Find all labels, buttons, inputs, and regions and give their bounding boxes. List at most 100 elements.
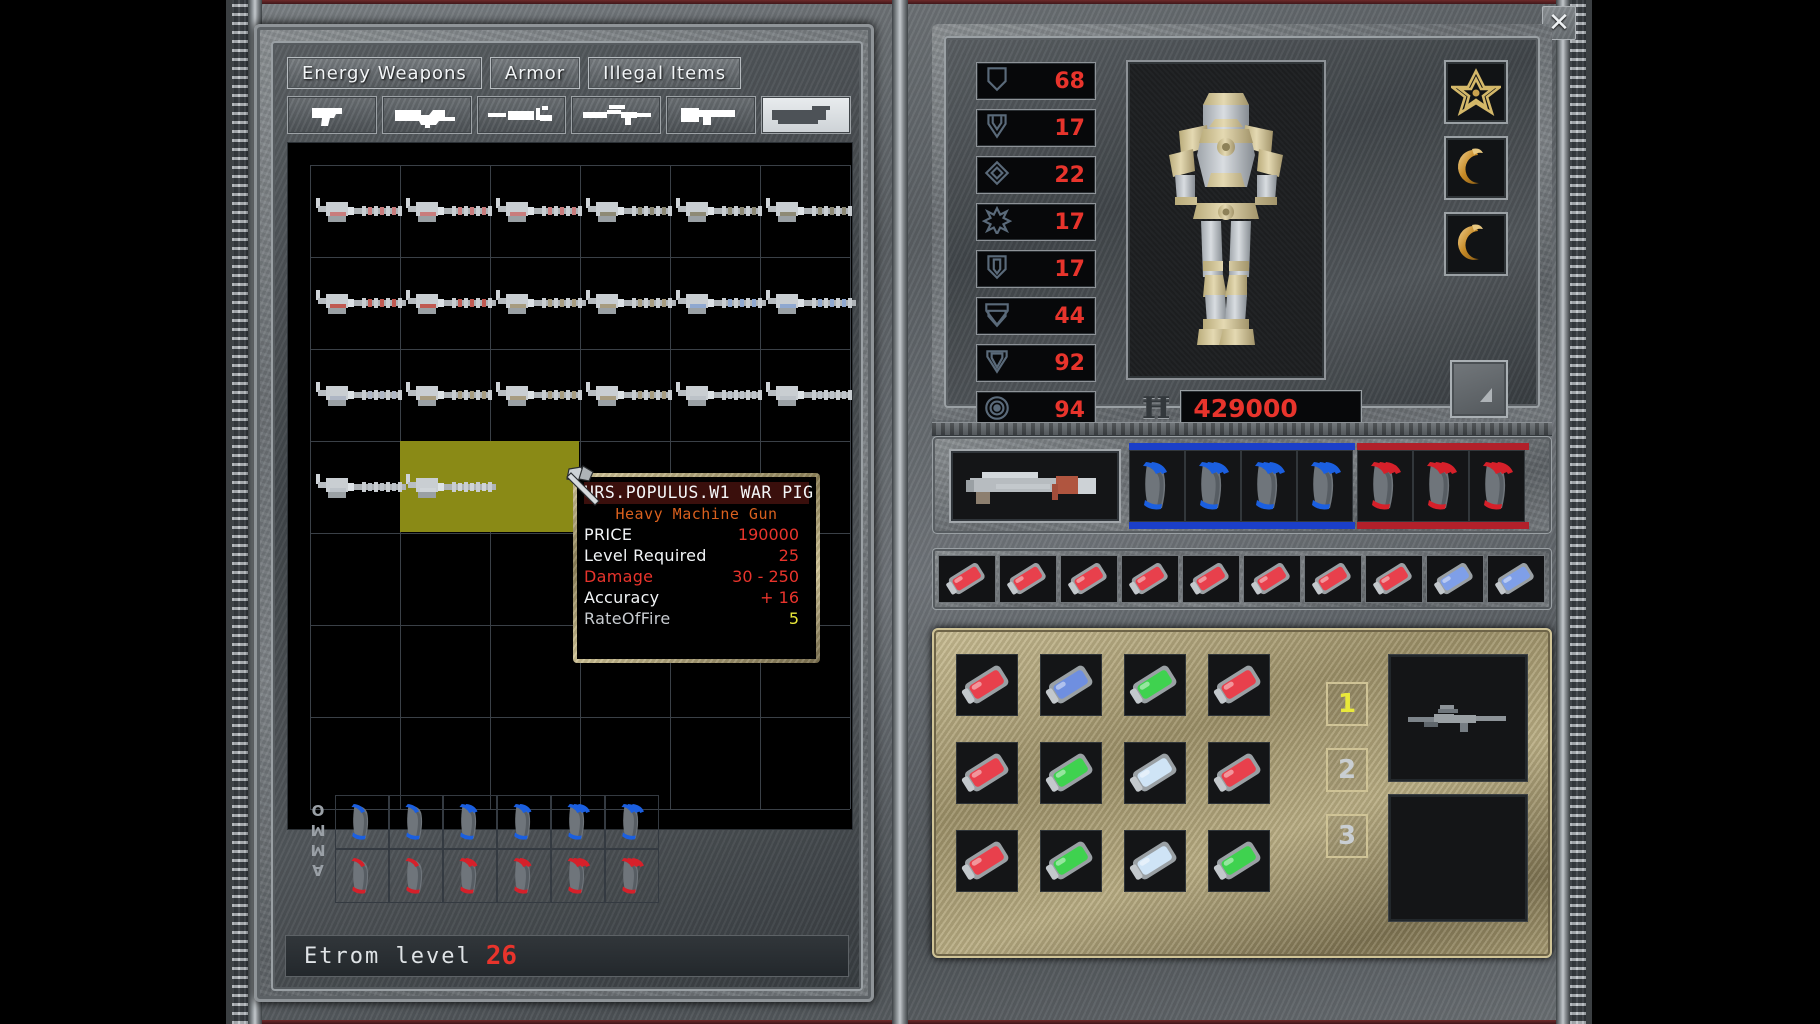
shop-item-weapon[interactable] [762,194,866,232]
ammo-slot[interactable] [443,795,497,849]
inventory-page-2[interactable]: 2 [1326,748,1368,792]
ammo-slot[interactable] [389,849,443,903]
inventory-slot[interactable] [1208,654,1270,716]
category-tab-illegal-items[interactable]: Illegal Items [588,57,741,89]
shop-item-weapon[interactable] [312,378,416,416]
stat-value: 17 [1054,210,1085,235]
shop-item-weapon[interactable] [672,286,776,324]
accessory-slot[interactable] [1444,212,1508,276]
ammo-slot[interactable] [605,849,659,903]
red-magazine-slot[interactable] [1413,450,1469,522]
shop-item-weapon[interactable] [762,378,866,416]
ammo-slot[interactable] [335,849,389,903]
inventory-page-3[interactable]: 3 [1326,814,1368,858]
ammo-slot[interactable] [605,795,659,849]
shop-item-weapon[interactable] [492,194,596,232]
stat-value: 94 [1054,398,1085,423]
vial-slot[interactable] [1365,555,1423,603]
inventory-slot[interactable] [1208,742,1270,804]
inventory-slot[interactable] [956,654,1018,716]
shop-item-weapon[interactable] [402,378,506,416]
equipped-weapon-slot[interactable] [949,449,1121,523]
blue-magazine-rail [1129,443,1355,529]
inventory-slot[interactable] [1040,830,1102,892]
red-magazine-slot[interactable] [1469,450,1525,522]
category-tab-armor[interactable]: Armor [490,57,580,89]
weapon-type-machine-gun[interactable] [477,96,567,134]
armor-suit-icon [1151,85,1301,355]
accessory-slot[interactable] [1444,60,1508,124]
red-magazine-slot[interactable] [1357,450,1413,522]
shop-item-weapon[interactable] [312,286,416,324]
inventory-slot[interactable] [1124,742,1186,804]
ammo-grid[interactable] [335,795,659,903]
shop-item-weapon[interactable] [582,194,686,232]
vial-slot[interactable] [1182,555,1240,603]
shop-item-weapon[interactable] [672,194,776,232]
category-tab-energy-weapons[interactable]: Energy Weapons [287,57,482,89]
vial-slot[interactable] [999,555,1057,603]
ammo-slot[interactable] [497,795,551,849]
inventory-slot[interactable] [1124,654,1186,716]
inventory-slot[interactable] [1124,830,1186,892]
ammo-slot[interactable] [335,795,389,849]
shop-item-weapon[interactable] [672,378,776,416]
stat-row: 68 [976,62,1096,100]
shop-item-weapon[interactable] [492,286,596,324]
blue-magazine-slot[interactable] [1129,450,1185,522]
shop-item-weapon[interactable] [312,194,416,232]
character-panel-inner: 6817221717449294 [944,36,1540,408]
shop-item-weapon[interactable] [402,470,506,508]
stat-value: 17 [1054,116,1085,141]
shop-panel-inner: Energy Weapons Armor Illegal Items [271,41,863,991]
weapon-type-heavy-machine-gun[interactable] [761,96,851,134]
stat-row: 17 [976,203,1096,241]
vial-slot[interactable] [1426,555,1484,603]
grid-line [310,165,850,166]
paperdoll-slot[interactable] [1126,60,1326,380]
blue-magazine-slot[interactable] [1185,450,1241,522]
inventory-slot[interactable] [956,742,1018,804]
shop-item-weapon[interactable] [312,470,416,508]
tooltip-row: Damage30 - 250 [584,567,809,586]
vial-slot[interactable] [1121,555,1179,603]
inventory-slot[interactable] [956,830,1018,892]
ammo-slot[interactable] [497,849,551,903]
inventory-page-1[interactable]: 1 [1326,682,1368,726]
blue-magazine-slot[interactable] [1297,450,1353,522]
accessory-slot[interactable] [1444,136,1508,200]
weapon-type-sniper-rifle[interactable] [571,96,661,134]
shop-item-weapon[interactable] [492,378,596,416]
inventory-slot[interactable] [1208,830,1270,892]
currency-symbol-icon: Ħ [1142,391,1170,426]
vial-slot[interactable] [1060,555,1118,603]
weapon-type-shotgun[interactable] [666,96,756,134]
weapon-type-assault-rifle[interactable] [382,96,472,134]
weapon-type-pistol[interactable] [287,96,377,134]
resize-handle-icon[interactable] [1450,360,1508,418]
vial-slot[interactable] [1243,555,1301,603]
vial-slot[interactable] [1304,555,1362,603]
blue-magazine-slot[interactable] [1241,450,1297,522]
ammo-slot[interactable] [551,795,605,849]
inventory-slot[interactable] [1040,742,1102,804]
shop-item-weapon[interactable] [402,286,506,324]
large-item-slot[interactable] [1388,794,1528,922]
grid-line [310,717,850,718]
tooltip-row: RateOfFire5 [584,609,809,628]
ammo-slot[interactable] [389,795,443,849]
ammo-slot[interactable] [443,849,497,903]
vial-slot[interactable] [1487,555,1545,603]
vial-slot[interactable] [938,555,996,603]
shop-item-weapon[interactable] [402,194,506,232]
inventory-slot[interactable] [1040,654,1102,716]
amulet-star-icon [1451,67,1501,117]
large-item-slot[interactable] [1388,654,1528,782]
inventory-panel: 1 2 3 [932,628,1552,958]
shop-item-weapon[interactable] [762,286,866,324]
ammo-slot[interactable] [551,849,605,903]
shop-item-weapon[interactable] [582,286,686,324]
shop-item-weapon[interactable] [582,378,686,416]
top-red-trim [232,0,1586,4]
starburst-stat-icon [982,206,1012,238]
